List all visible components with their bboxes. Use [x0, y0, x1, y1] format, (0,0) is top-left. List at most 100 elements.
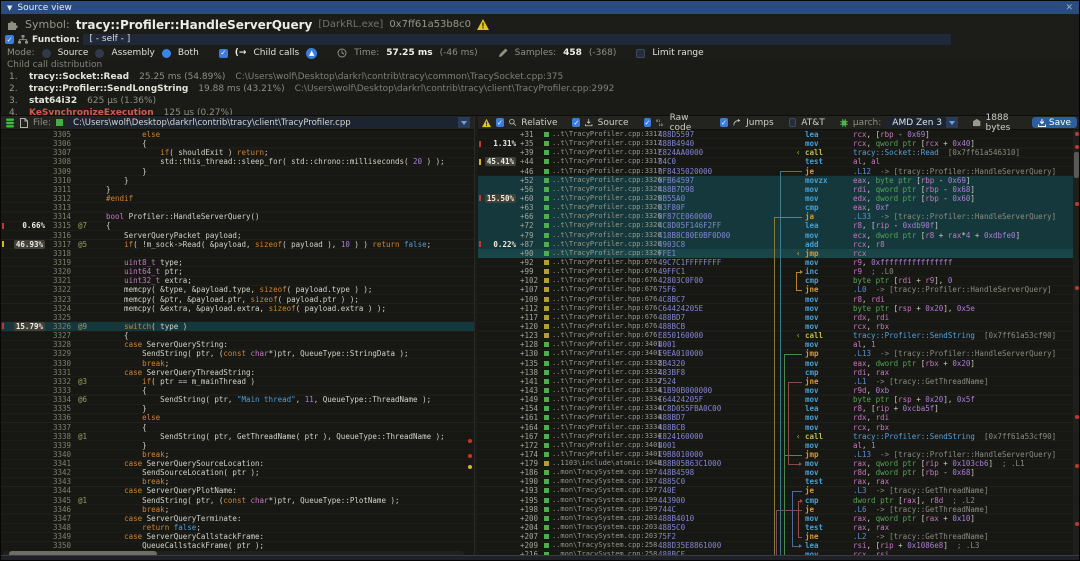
source-line[interactable]: 3346 break;	[1, 505, 474, 514]
source-line[interactable]: 3320 uint64_t ptr;	[1, 267, 474, 276]
asm-row[interactable]: +138..t\TracyProfiler.cpp:3332483BF8cmpr…	[478, 368, 1080, 377]
asm-row[interactable]: +120..t\TracyProfiler.hpp:676488BCBmovrc…	[478, 322, 1080, 331]
source-line[interactable]: 3341 case ServerQuerySourceLocation:	[1, 459, 474, 468]
asm-row[interactable]: +130..t\TracyProfiler.cpp:3401E9EA010000…	[478, 349, 1080, 358]
raw-code-checkbox[interactable]: ✓	[644, 118, 652, 127]
asm-row[interactable]: +52..t\TracyProfiler.cpp:33260FB64597mov…	[478, 176, 1080, 185]
asm-row[interactable]: +149..t\TracyProfiler.cpp:3334C64424205F…	[478, 395, 1080, 404]
asm-row[interactable]: 1.31%+35..t\TracyProfiler.cpp:3317488B49…	[478, 139, 1080, 148]
source-line[interactable]: 3331 case ServerQueryThreadString:	[1, 368, 474, 377]
asm-row[interactable]: +72..t\TracyProfiler.cpp:33264C8D05F146F…	[478, 221, 1080, 230]
distribution-entry[interactable]: 1.tracy::Socket::Read25.25 ms (54.89%)C:…	[1, 71, 1079, 83]
asm-row[interactable]: +143..t\TracyProfiler.cpp:333441B90B0000…	[478, 386, 1080, 395]
mode-radio-assembly[interactable]	[95, 49, 104, 58]
asm-row[interactable]: +39..t\TracyProfiler.cpp:3317E824AA0000‹…	[478, 148, 1080, 157]
child-calls-label[interactable]: Child calls	[253, 48, 299, 58]
distribution-entry[interactable]: 3.stat64i32625 μs (1.36%)	[1, 95, 1079, 107]
source-line[interactable]: 3307 if( shouldExit ) return;	[1, 148, 474, 157]
distribution-entry[interactable]: 2.tracy::Profiler::SendLongString19.88 m…	[1, 83, 1079, 95]
source-checkbox[interactable]: ✓	[572, 118, 580, 127]
asm-row[interactable]: +92..t\TracyProfiler.hpp:67649C7C1FFFFFF…	[478, 258, 1080, 267]
asm-row[interactable]: +123..t\TracyProfiler.hpp:676E850160000‹…	[478, 331, 1080, 340]
source-line[interactable]: 3305 else	[1, 130, 474, 139]
asm-row[interactable]: +99..t\TracyProfiler.hpp:67649FFC1incr9 …	[478, 267, 1080, 276]
source-line[interactable]: 3321 uint32_t extra;	[1, 276, 474, 285]
asm-row[interactable]: +117..t\TracyProfiler.hpp:676488BD7movrd…	[478, 313, 1080, 322]
source-line[interactable]: 3334@6 SendString( ptr, "Main thread", 1…	[1, 395, 474, 404]
asm-row[interactable]: +193..mon\TracySystem.cpp:197740Eje.L3 -…	[478, 486, 1080, 495]
jumps-checkbox[interactable]: ✓	[720, 118, 728, 127]
source-line[interactable]: 3348 return false;	[1, 523, 474, 532]
source-line[interactable]: 3327 {	[1, 331, 474, 340]
source-vertical-scrollbar[interactable]	[466, 130, 473, 549]
asm-row[interactable]: +167..t\TracyProfiler.cpp:3334E824160000…	[478, 432, 1080, 441]
limit-range-label[interactable]: Limit range	[652, 48, 703, 58]
source-line[interactable]: 3344 case ServerQueryPlotName:	[1, 486, 474, 495]
asm-row[interactable]: +31..t\TracyProfiler.cpp:3317488D5597lea…	[478, 130, 1080, 139]
asm-row[interactable]: +179..1103\include\atomic:1048488B05B63C…	[478, 459, 1080, 468]
collapse-header-button[interactable]: ▲	[306, 48, 317, 59]
source-line[interactable]: 3314bool Profiler::HandleServerQuery()	[1, 212, 474, 221]
function-select[interactable]: [ - self - ]	[83, 34, 951, 45]
source-line[interactable]: 3347 case ServerQueryTerminate:	[1, 514, 474, 523]
mode-option-both[interactable]: Both	[178, 48, 199, 58]
source-line[interactable]: 3339 }	[1, 441, 474, 450]
source-line[interactable]: 3333 {	[1, 386, 474, 395]
mode-option-source[interactable]: Source	[58, 48, 89, 58]
asm-row[interactable]: +172..t\TracyProfiler.cpp:3401B001moval,…	[478, 441, 1080, 450]
close-icon[interactable]: ✕	[1065, 2, 1073, 14]
asm-row[interactable]: 0.22%+87..t\TracyProfiler.cpp:33264903C8…	[478, 240, 1080, 249]
asm-row[interactable]: +63..t\TracyProfiler.cpp:332683F80Fcmpea…	[478, 203, 1080, 212]
source-line[interactable]: 3329 SendString( ptr, (const char*)ptr, …	[1, 349, 474, 358]
asm-row[interactable]: +195..mon\TracySystem.cpp:199443900cmpdw…	[478, 496, 1080, 505]
source-line[interactable]: 3316 ServerQueryPacket payload;	[1, 231, 474, 240]
source-line[interactable]: 3325	[1, 313, 474, 322]
source-line[interactable]: 3340 break;	[1, 450, 474, 459]
file-path-select[interactable]: C:\Users\wolf\Desktop\darkrl\contrib\tra…	[68, 117, 470, 128]
asm-row[interactable]: +107..t\TracyProfiler.hpp:67675F6jne.L0 …	[478, 285, 1080, 294]
source-line[interactable]: 3311}	[1, 185, 474, 194]
mode-radio-both[interactable]	[162, 49, 171, 58]
source-line[interactable]: 3324 memcpy( &extra, &payload.extra, siz…	[1, 304, 474, 313]
asm-row[interactable]: +141..t\TracyProfiler.cpp:33327524jne.L1…	[478, 377, 1080, 386]
asm-row[interactable]: +56..t\TracyProfiler.cpp:3326488B7D98mov…	[478, 185, 1080, 194]
att-label[interactable]: AT&T	[801, 118, 824, 128]
source-line[interactable]: 3338@1 SendString( ptr, GetThreadName( p…	[1, 432, 474, 441]
asm-row[interactable]: +135..t\TracyProfiler.cpp:33328B4320move…	[478, 359, 1080, 368]
source-line[interactable]: 3312#endif	[1, 194, 474, 203]
asm-row[interactable]: +207..mon\TracySystem.cpp:20375F2jne.L2 …	[478, 532, 1080, 541]
window-bottom-edge[interactable]	[1, 555, 1079, 560]
source-line[interactable]: 3343 break;	[1, 477, 474, 486]
asm-row[interactable]: +46..t\TracyProfiler.cpp:33170F843502000…	[478, 167, 1080, 176]
asm-row[interactable]: +154..t\TracyProfiler.cpp:33344C8D055FBA…	[478, 404, 1080, 413]
file-dropdown-icon[interactable]	[458, 117, 470, 128]
limit-range-checkbox[interactable]	[636, 49, 645, 58]
att-checkbox[interactable]	[789, 118, 797, 127]
source-line[interactable]: 3309 }	[1, 167, 474, 176]
asm-row[interactable]: +66..t\TracyProfiler.cpp:33260F87CE06000…	[478, 212, 1080, 221]
source-line[interactable]: 3345@1 SendString( ptr, (const char*)ptr…	[1, 496, 474, 505]
source-line[interactable]: 3342 SendSourceLocation( ptr );	[1, 468, 474, 477]
relative-checkbox[interactable]: ✓	[496, 118, 504, 127]
scrollbar-thumb[interactable]	[1074, 152, 1079, 178]
asm-row[interactable]: +109..t\TracyProfiler.hpp:6764C8BC7movr8…	[478, 295, 1080, 304]
uarch-select[interactable]: AMD Zen 3	[886, 117, 958, 128]
source-line[interactable]: 3319 uint8_t type;	[1, 258, 474, 267]
source-line[interactable]: 3336 else	[1, 413, 474, 422]
asm-row[interactable]: 45.41%+44..t\TracyProfiler.cpp:331784C0t…	[478, 157, 1080, 166]
source-line[interactable]: 3335 }	[1, 404, 474, 413]
source-line[interactable]: 3323 memcpy( &ptr, &payload.ptr, sizeof(…	[1, 295, 474, 304]
child-calls-checkbox[interactable]: ✓	[219, 49, 228, 58]
source-toggle-label[interactable]: Source	[598, 118, 629, 128]
source-line[interactable]: 3337 {	[1, 423, 474, 432]
mode-option-assembly[interactable]: Assembly	[111, 48, 154, 58]
source-line[interactable]: 3318	[1, 249, 474, 258]
source-line[interactable]: 15.79%3326@9 switch( type )	[1, 322, 474, 331]
source-line[interactable]: 3308 std::this_thread::sleep_for( std::c…	[1, 157, 474, 166]
distribution-entry[interactable]: 4.KeSynchronizeExecution125 μs (0.27%)	[1, 107, 1079, 115]
jumps-label[interactable]: Jumps	[746, 118, 774, 128]
source-line[interactable]: 3350 QueueCallstackFrame( ptr );	[1, 541, 474, 550]
asm-row[interactable]: +204..mon\TracySystem.cpp:2034885C0testr…	[478, 523, 1080, 532]
asm-row[interactable]: +161..t\TracyProfiler.cpp:3334488BD7movr…	[478, 413, 1080, 422]
relative-label[interactable]: Relative	[521, 118, 557, 128]
